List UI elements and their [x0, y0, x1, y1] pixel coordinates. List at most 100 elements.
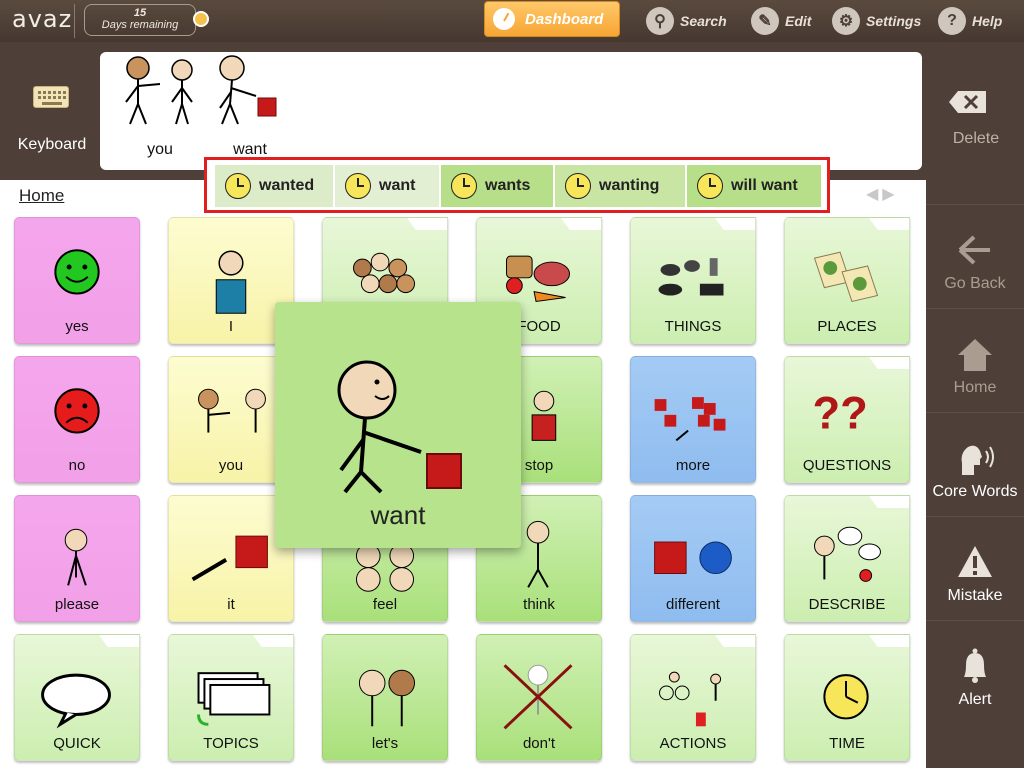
message-word-you[interactable]: you — [116, 52, 204, 159]
message-box[interactable]: you want — [100, 52, 922, 170]
search-button[interactable]: ⚲ Search — [646, 6, 727, 36]
tile-label: DESCRIBE — [808, 596, 886, 613]
tile-label: TOPICS — [203, 735, 259, 752]
tile-actions[interactable]: ACTIONS — [630, 634, 756, 761]
dashboard-label: Dashboard — [525, 10, 604, 28]
svg-text:??: ?? — [813, 388, 868, 439]
page-arrows[interactable]: ◀▶ — [866, 184, 899, 204]
person-self-icon — [215, 250, 247, 314]
tile-places[interactable]: PLACES — [784, 217, 910, 344]
tile-time[interactable]: TIME — [784, 634, 910, 761]
tile-describe[interactable]: DESCRIBE — [784, 495, 910, 622]
tile-label: yes — [65, 318, 89, 335]
core-words-label: Core Words — [932, 483, 1018, 500]
smiley-happy-icon — [54, 249, 100, 295]
tile-label: THINGS — [664, 318, 722, 335]
tile-label: QUESTIONS — [802, 457, 892, 474]
settings-button[interactable]: ⚙ Settings — [832, 6, 921, 36]
topic-cards-icon — [197, 672, 271, 726]
word-preview-popup[interactable]: want — [275, 302, 521, 548]
days-remaining-badge[interactable]: 15 Days remaining — [84, 4, 196, 36]
search-icon: ⚲ — [646, 7, 674, 35]
tile-more[interactable]: more — [630, 356, 756, 483]
message-word-want[interactable]: want — [210, 52, 290, 159]
backspace-icon — [949, 91, 986, 113]
tile-label: let's — [371, 735, 399, 752]
bell-icon — [964, 648, 986, 683]
edit-button[interactable]: ✎ Edit — [751, 6, 811, 36]
keyboard-label: Keyboard — [17, 136, 87, 153]
edit-label: Edit — [785, 13, 812, 29]
days-remaining-count: 15 — [133, 7, 147, 19]
message-word-label: you — [147, 141, 173, 158]
tile-questions[interactable]: ?? QUESTIONS — [784, 356, 910, 483]
right-sidebar: Go Back Home Core Words Mistake Alert — [926, 180, 1024, 768]
pencil-icon: ✎ — [751, 7, 779, 35]
tile-lets[interactable]: let's — [322, 634, 448, 761]
keyboard-button[interactable]: Keyboard — [0, 42, 100, 180]
verb-form-label: wanted — [259, 177, 315, 194]
verb-form-will-want[interactable]: will want — [687, 165, 821, 207]
back-arrow-icon — [958, 235, 990, 265]
tile-label: TIME — [829, 735, 865, 752]
question-marks-icon: ?? — [813, 388, 868, 439]
tile-label: it — [227, 596, 235, 613]
tile-quick[interactable]: QUICK — [14, 634, 140, 761]
tile-label: feel — [372, 596, 398, 613]
want-symbol-icon — [219, 55, 277, 125]
home-button[interactable]: Home — [926, 308, 1024, 412]
help-label: Help — [972, 13, 1003, 29]
help-button[interactable]: ? Help — [938, 6, 1002, 36]
tile-topics[interactable]: TOPICS — [168, 634, 294, 761]
verb-form-wanting[interactable]: wanting — [555, 165, 685, 207]
group-people-icon — [353, 252, 416, 294]
map-icon — [813, 251, 879, 303]
clock-icon — [697, 173, 723, 199]
logo-divider — [74, 4, 75, 38]
shapes-icon — [654, 541, 732, 575]
verb-form-label: wants — [485, 177, 531, 194]
clock-icon — [225, 173, 251, 199]
clock-icon — [565, 173, 591, 199]
verb-form-label: will want — [731, 177, 798, 194]
two-people-icon — [358, 669, 416, 727]
delete-label: Delete — [952, 130, 1000, 147]
breadcrumb-home[interactable]: Home — [19, 186, 64, 206]
clock-icon — [345, 173, 371, 199]
tile-label: more — [675, 457, 711, 474]
alert-button[interactable]: Alert — [926, 620, 1024, 724]
verb-form-want[interactable]: want — [335, 165, 439, 207]
verb-form-wants[interactable]: wants — [441, 165, 553, 207]
alert-label: Alert — [958, 691, 992, 708]
please-person-icon — [64, 528, 88, 586]
tile-yes[interactable]: yes — [14, 217, 140, 344]
actions-icon — [659, 671, 722, 727]
tile-things[interactable]: THINGS — [630, 217, 756, 344]
tile-label: no — [68, 457, 86, 474]
want-symbol-large-icon — [337, 360, 462, 494]
dashboard-button[interactable]: Dashboard — [484, 1, 620, 37]
more-blocks-icon — [654, 397, 726, 442]
core-words-button[interactable]: Core Words — [926, 412, 1024, 516]
gear-icon: ⚙ — [832, 7, 860, 35]
verb-form-wanted[interactable]: wanted — [215, 165, 333, 207]
warning-icon — [958, 546, 992, 577]
tile-label: QUICK — [53, 735, 101, 752]
go-back-label: Go Back — [944, 275, 1006, 292]
tile-different[interactable]: different — [630, 495, 756, 622]
objects-icon — [658, 258, 724, 296]
food-icon — [506, 255, 570, 302]
smiley-sad-icon — [54, 388, 100, 434]
speech-bubble-icon — [41, 673, 111, 729]
home-label: Home — [953, 379, 997, 396]
tile-label: don't — [522, 735, 556, 752]
app-logo: avaz — [12, 5, 73, 33]
go-back-button[interactable]: Go Back — [926, 204, 1024, 308]
tile-no[interactable]: no — [14, 356, 140, 483]
you-symbol-icon — [125, 56, 193, 125]
tile-please[interactable]: please — [14, 495, 140, 622]
tile-dont[interactable]: don't — [476, 634, 602, 761]
mistake-button[interactable]: Mistake — [926, 516, 1024, 620]
search-label: Search — [680, 13, 727, 29]
speedometer-icon — [493, 8, 515, 30]
